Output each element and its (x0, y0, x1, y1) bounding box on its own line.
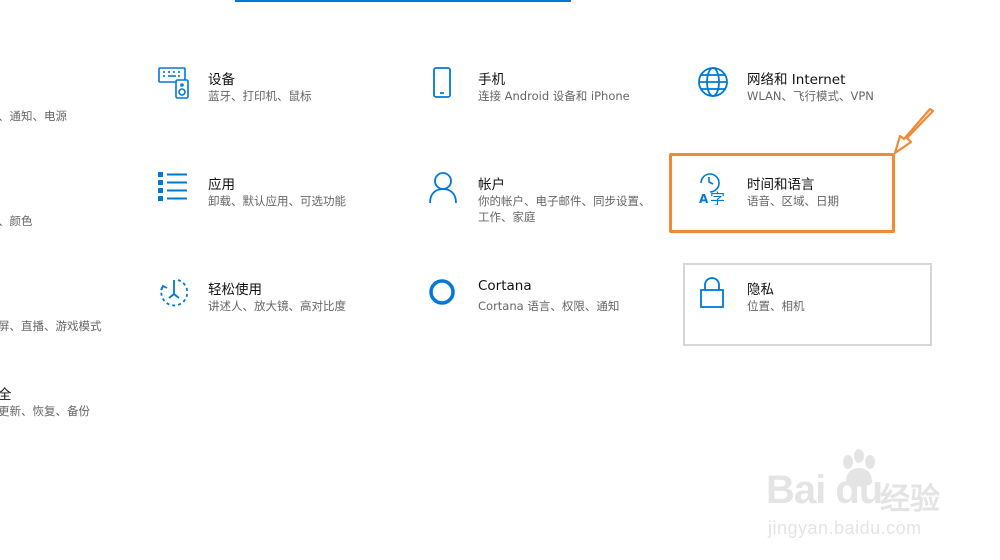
tile-devices-title: 设备 (208, 72, 235, 88)
highlight-box (669, 153, 895, 233)
tile-apps-desc: 卸载、默认应用、可选功能 (208, 194, 346, 208)
watermark-brand: Bai du (766, 468, 883, 512)
search-box-underline (235, 0, 571, 2)
annotation-arrow-icon (893, 108, 935, 155)
tile-accounts-desc: 你的帐户、电子邮件、同步设置、工作、家庭 (478, 194, 651, 224)
tile-phone-title: 手机 (478, 72, 505, 88)
watermark-url: jingyan.baidu.com (768, 518, 922, 538)
tile-privacy[interactable]: 隐私 位置、相机 (697, 276, 937, 346)
tile-ease-of-access[interactable]: 轻松使用 讲述人、放大镜、高对比度 (158, 276, 398, 346)
tile-gaming-desc: 屏、直播、游戏模式 (0, 319, 102, 333)
tile-network-desc: WLAN、飞行模式、VPN (747, 89, 874, 103)
tile-update-desc: 更新、恢复、备份 (0, 404, 90, 418)
tile-ease-of-access-title: 轻松使用 (208, 282, 262, 298)
phone-icon (428, 66, 462, 100)
lock-icon (697, 276, 731, 310)
keyboard-device-icon (158, 66, 192, 100)
tile-phone[interactable]: 手机 连接 Android 设备和 iPhone (428, 66, 668, 136)
tile-network-title: 网络和 Internet (747, 72, 846, 88)
tile-privacy-desc: 位置、相机 (747, 299, 805, 313)
tile-update-title: 全 (0, 387, 12, 403)
tile-phone-desc: 连接 Android 设备和 iPhone (478, 89, 630, 103)
tile-privacy-title: 隐私 (747, 282, 774, 298)
tile-system-desc: 、通知、电源 (0, 109, 67, 123)
apps-list-icon (158, 171, 192, 205)
tile-personalization-desc: 、颜色 (0, 214, 33, 228)
tile-accounts-title: 帐户 (478, 177, 505, 193)
baidu-watermark: Bai du 经验 jingyan.baidu.com (762, 448, 982, 548)
tile-accounts[interactable]: 帐户 你的帐户、电子邮件、同步设置、工作、家庭 (428, 171, 668, 241)
person-icon (428, 171, 462, 205)
tile-cortana-title: Cortana (478, 278, 532, 294)
cortana-circle-icon (428, 276, 462, 310)
tile-update-partial[interactable]: 全 更新、恢复、备份 (0, 381, 238, 451)
tile-devices[interactable]: 设备 蓝牙、打印机、鼠标 (158, 66, 398, 136)
tile-apps-title: 应用 (208, 177, 235, 193)
watermark-brand-cn: 经验 (880, 482, 940, 517)
ease-of-access-icon (158, 276, 192, 310)
globe-icon (697, 66, 731, 100)
tile-cortana-desc: Cortana 语言、权限、通知 (478, 299, 620, 313)
tile-devices-desc: 蓝牙、打印机、鼠标 (208, 89, 312, 103)
tile-apps[interactable]: 应用 卸载、默认应用、可选功能 (158, 171, 398, 241)
tile-cortana[interactable]: Cortana Cortana 语言、权限、通知 (428, 276, 668, 346)
tile-ease-of-access-desc: 讲述人、放大镜、高对比度 (208, 299, 346, 313)
